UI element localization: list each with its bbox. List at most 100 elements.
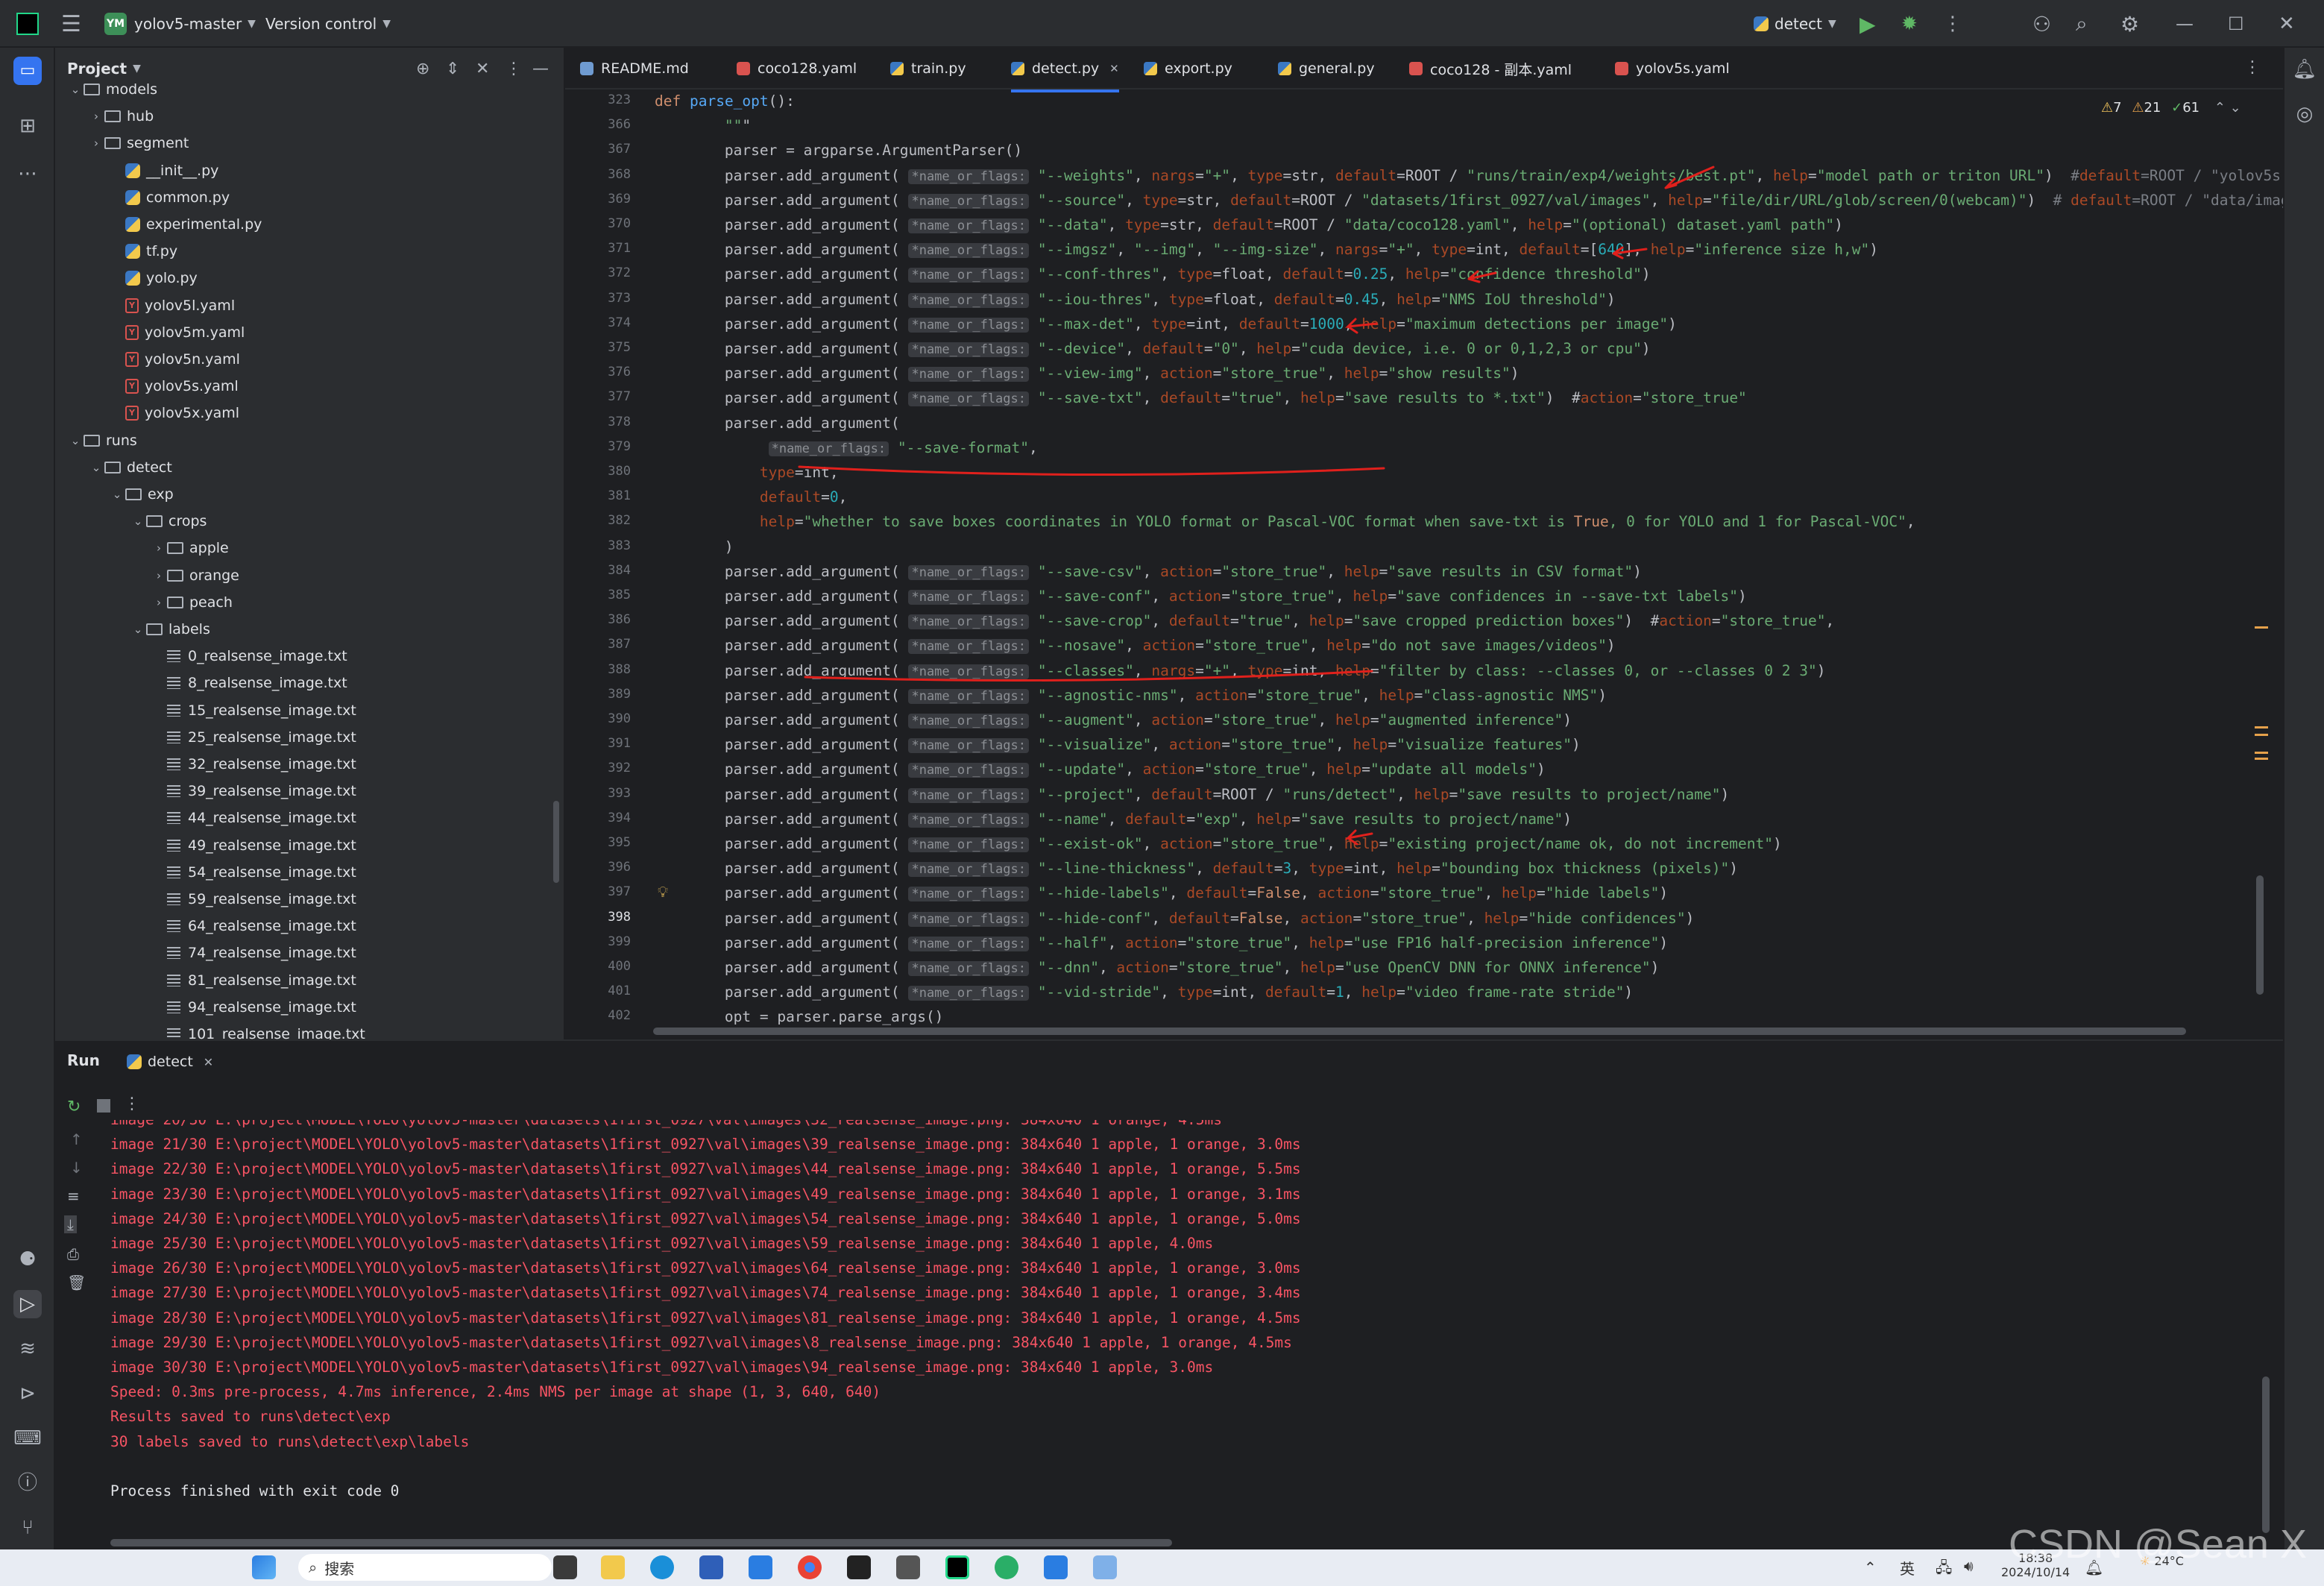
search-icon[interactable]: ⌕ bbox=[2076, 0, 2088, 48]
maximize-icon[interactable]: ☐ bbox=[2228, 0, 2244, 48]
tree-item[interactable]: yolo.py bbox=[109, 265, 198, 292]
notifications-icon[interactable]: 🔔︎ bbox=[2290, 55, 2319, 84]
tree-item[interactable]: 49_realsense_image.txt bbox=[151, 832, 356, 859]
tree-item[interactable]: 0_realsense_image.txt bbox=[151, 643, 347, 670]
tree-item[interactable]: 59_realsense_image.txt bbox=[151, 886, 356, 913]
lightbulb-icon[interactable]: 💡︎ bbox=[658, 883, 668, 901]
terminal-app-icon[interactable] bbox=[847, 1555, 871, 1579]
calendar-icon[interactable] bbox=[749, 1555, 772, 1579]
network-icon[interactable]: 🖧︎ bbox=[1936, 1557, 1952, 1582]
tree-item[interactable]: 64_realsense_image.txt bbox=[151, 913, 356, 940]
volume-icon[interactable]: 🔊︎ bbox=[1964, 1557, 1974, 1575]
tree-item[interactable]: › hub bbox=[88, 103, 154, 130]
tree-item[interactable]: ⌄ labels bbox=[130, 616, 210, 643]
tab-coco128-yaml[interactable]: coco128 - 副本.yaml bbox=[1409, 48, 1572, 89]
tree-item[interactable]: 25_realsense_image.txt bbox=[151, 724, 356, 751]
tree-item[interactable]: 81_realsense_image.txt bbox=[151, 967, 356, 994]
tree-item[interactable]: 15_realsense_image.txt bbox=[151, 697, 356, 724]
ime-indicator[interactable]: 英 bbox=[1900, 1557, 1915, 1579]
layers-icon[interactable]: ≋ bbox=[13, 1335, 42, 1363]
snipping-icon[interactable] bbox=[896, 1555, 920, 1579]
tree-item[interactable]: › segment bbox=[88, 130, 189, 157]
chevron-right-icon[interactable]: › bbox=[151, 596, 167, 609]
store-icon[interactable] bbox=[699, 1555, 723, 1579]
tree-item[interactable]: 54_realsense_image.txt bbox=[151, 859, 356, 886]
close-tab-icon[interactable]: ✕ bbox=[1109, 62, 1119, 75]
tree-scrollbar[interactable] bbox=[553, 801, 559, 883]
close-icon[interactable]: ✕ bbox=[2279, 0, 2295, 48]
tree-item[interactable]: › orange bbox=[151, 562, 239, 589]
console-v-scrollbar[interactable] bbox=[2262, 1376, 2270, 1533]
ai-assistant-icon[interactable]: ◎ bbox=[2290, 100, 2319, 128]
tab-yolov5s-yaml[interactable]: yolov5s.yaml bbox=[1615, 48, 1730, 89]
tree-item[interactable]: ⌄ detect bbox=[88, 454, 172, 481]
project-switcher[interactable]: YM yolov5-master ▼ bbox=[104, 0, 256, 48]
console-h-scrollbar[interactable] bbox=[110, 1539, 1172, 1546]
project-folder-icon[interactable]: ▭ bbox=[13, 57, 42, 85]
chevron-down-icon[interactable]: ⌄ bbox=[67, 434, 84, 447]
chevron-down-icon[interactable]: ⌄ bbox=[130, 623, 146, 636]
taskbar-search[interactable]: ⌕ 搜索 bbox=[298, 1554, 552, 1581]
pycharm-icon[interactable] bbox=[945, 1555, 969, 1579]
main-menu-icon[interactable]: ☰ bbox=[61, 0, 81, 48]
chevron-down-icon[interactable]: ⌄ bbox=[67, 83, 84, 96]
tree-item[interactable]: ⌄ models bbox=[67, 76, 157, 103]
more-icon[interactable]: ⋮ bbox=[124, 1095, 140, 1113]
more-tools-icon[interactable]: ⋯ bbox=[13, 160, 42, 188]
terminal-icon[interactable]: ⌨ bbox=[13, 1424, 42, 1453]
tab-readme-md[interactable]: README.md bbox=[580, 48, 689, 89]
tree-item[interactable]: Yyolov5l.yaml bbox=[109, 292, 235, 319]
options-icon[interactable]: ⋮ bbox=[506, 60, 522, 78]
edge-icon[interactable] bbox=[650, 1555, 674, 1579]
tab-detect-py[interactable]: detect.py ✕ bbox=[1011, 48, 1119, 92]
tree-item[interactable]: › apple bbox=[151, 535, 229, 561]
tree-item[interactable]: __init__.py bbox=[109, 157, 218, 184]
tree-item[interactable]: tf.py bbox=[109, 238, 177, 265]
start-icon[interactable] bbox=[252, 1555, 276, 1579]
tree-item[interactable]: Yyolov5s.yaml bbox=[109, 373, 239, 400]
run-tool-icon[interactable]: ▷ bbox=[13, 1290, 42, 1318]
chevron-right-icon[interactable]: › bbox=[151, 569, 167, 582]
app-icon[interactable] bbox=[1044, 1555, 1068, 1579]
hide-panel-icon[interactable]: — bbox=[532, 60, 549, 78]
user-icon[interactable]: ⚇ bbox=[2032, 0, 2051, 48]
debug-icon[interactable]: ✹ bbox=[1901, 0, 1918, 48]
chevron-right-icon[interactable]: › bbox=[88, 136, 104, 150]
tab-coco128-yaml[interactable]: coco128.yaml bbox=[737, 48, 857, 89]
expand-icon[interactable]: ⇕ bbox=[446, 60, 459, 78]
gear-icon[interactable]: ⚙ bbox=[2120, 0, 2139, 48]
chevron-down-icon[interactable]: ⌄ bbox=[88, 461, 104, 474]
stop-icon[interactable] bbox=[97, 1099, 110, 1113]
tree-item[interactable]: Yyolov5n.yaml bbox=[109, 346, 240, 373]
chevron-down-icon[interactable]: ⌄ bbox=[109, 488, 125, 501]
project-panel-title[interactable]: Project bbox=[67, 60, 127, 78]
tab-train-py[interactable]: train.py bbox=[890, 48, 966, 89]
tree-item[interactable]: ⌄ exp bbox=[109, 481, 174, 508]
tree-item[interactable]: 32_realsense_image.txt bbox=[151, 751, 356, 778]
services-icon[interactable]: ⊳ bbox=[13, 1379, 42, 1408]
chevron-down-icon[interactable]: ⌄ bbox=[130, 514, 146, 528]
run-config-select[interactable]: detect ▼ bbox=[1754, 0, 1836, 48]
tree-item[interactable]: Yyolov5x.yaml bbox=[109, 400, 239, 427]
tree-item[interactable]: › peach bbox=[151, 589, 233, 616]
chevron-right-icon[interactable]: › bbox=[151, 541, 167, 555]
tree-item[interactable]: common.py bbox=[109, 184, 230, 211]
tab-export-py[interactable]: export.py bbox=[1144, 48, 1232, 89]
tree-item[interactable]: ⌄ runs bbox=[67, 427, 137, 454]
run-panel-title[interactable]: Run bbox=[67, 1051, 100, 1069]
file-explorer-icon[interactable] bbox=[601, 1555, 625, 1579]
minimize-icon[interactable]: — bbox=[2176, 0, 2194, 48]
console-output[interactable]: image 20/30 E:\project\MODEL\YOLO\yolov5… bbox=[55, 1120, 2262, 1538]
wechat-icon[interactable] bbox=[995, 1555, 1018, 1579]
tree-item[interactable]: 39_realsense_image.txt bbox=[151, 778, 356, 805]
collapse-icon[interactable]: ✕ bbox=[476, 60, 489, 78]
tree-item[interactable]: 74_realsense_image.txt bbox=[151, 940, 356, 966]
run-tab-detect[interactable]: detect ✕ bbox=[127, 1048, 213, 1075]
close-tab-icon[interactable]: ✕ bbox=[204, 1055, 213, 1069]
git-icon[interactable]: ⑂ bbox=[13, 1514, 42, 1542]
tree-item[interactable]: experimental.py bbox=[109, 211, 262, 238]
tree-item[interactable]: 8_realsense_image.txt bbox=[151, 670, 347, 696]
notepad-icon[interactable] bbox=[1093, 1555, 1117, 1579]
tray-chevron-icon[interactable]: ⌃ bbox=[1864, 1558, 1877, 1576]
task-view-icon[interactable] bbox=[553, 1555, 577, 1579]
